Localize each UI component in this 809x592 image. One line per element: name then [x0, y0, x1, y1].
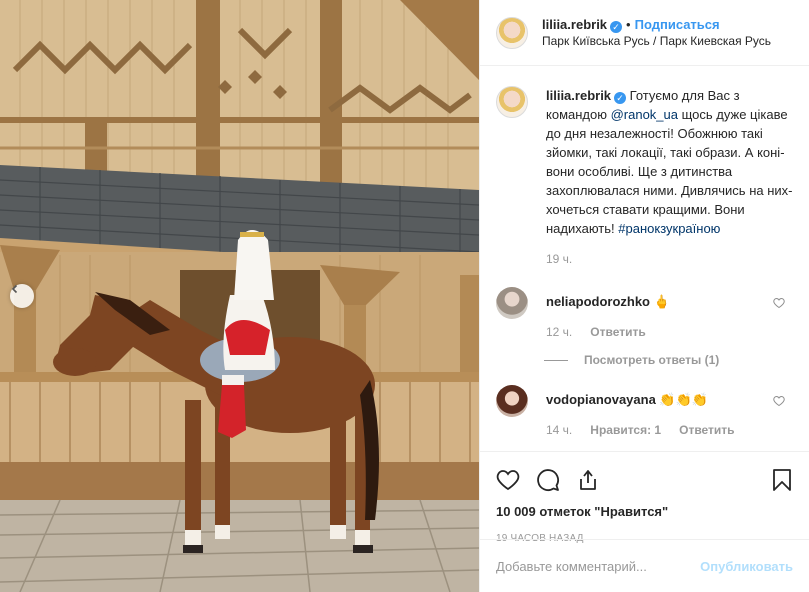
save-button[interactable]: [771, 468, 793, 492]
verified-badge-icon: ✓: [610, 20, 623, 33]
post-modal: liliia.rebrik ✓ • Подписаться Парк Київська…: [0, 0, 809, 592]
hashtag-link[interactable]: #ранокзукраїною: [618, 221, 720, 236]
author-avatar[interactable]: [496, 16, 528, 49]
share-icon: [580, 470, 596, 490]
chevron-left-icon: [11, 284, 18, 294]
comment-text: 👏👏👏: [655, 392, 708, 407]
comment-time[interactable]: 12 ч.: [546, 325, 572, 339]
add-comment-bar: Опубликовать: [480, 539, 809, 592]
comment-input[interactable]: [496, 558, 701, 574]
follow-button[interactable]: Подписаться: [635, 17, 720, 32]
like-button[interactable]: [496, 468, 520, 492]
comment-icon: [537, 469, 559, 491]
reply-button[interactable]: Ответить: [590, 325, 645, 339]
commenter-avatar[interactable]: [496, 385, 528, 417]
comment-body: vodopianovayana 👏👏👏 14 ч. Нравится: 1 От…: [546, 385, 793, 437]
like-comment-heart-icon[interactable]: [773, 297, 785, 309]
comment-time[interactable]: 14 ч.: [546, 423, 572, 437]
mention-link[interactable]: @ranok_ua: [611, 107, 678, 122]
photo-illustration: [0, 0, 479, 592]
author-username[interactable]: liliia.rebrik: [542, 17, 607, 32]
header-text: liliia.rebrik ✓ • Подписаться Парк Київська…: [542, 17, 771, 49]
comment-body: neliapodorozhko 🖕 12 ч. Ответить: [546, 287, 793, 339]
commenter-username[interactable]: neliapodorozhko: [546, 294, 650, 309]
like-comment-heart-icon[interactable]: [773, 395, 785, 407]
post-header: liliia.rebrik ✓ • Подписаться Парк Київська…: [480, 0, 809, 66]
share-button[interactable]: [576, 468, 600, 492]
comment-item: vodopianovayana 👏👏👏 14 ч. Нравится: 1 От…: [496, 385, 793, 437]
commenter-username[interactable]: vodopianovayana: [546, 392, 656, 407]
post-comment-button[interactable]: Опубликовать: [700, 559, 793, 574]
separator-dot: •: [626, 16, 631, 32]
heart-icon: [496, 470, 520, 491]
view-replies-button[interactable]: Посмотреть ответы (1): [544, 353, 793, 367]
post-photo[interactable]: [0, 0, 479, 592]
comment-likes[interactable]: Нравится: 1: [590, 423, 661, 437]
likes-count[interactable]: 10 009 отметок "Нравится": [496, 504, 793, 519]
previous-photo-button[interactable]: [10, 284, 34, 308]
caption-username[interactable]: liliia.rebrik: [546, 88, 611, 103]
comment-text: 🖕: [650, 294, 670, 309]
caption-text-2: щось дуже цікаве до дня незалежності! Об…: [546, 107, 793, 236]
action-bar: [496, 460, 793, 500]
verified-badge-icon: ✓: [614, 92, 627, 104]
comments-list[interactable]: liliia.rebrik ✓ Готуємо для Вас з командо…: [480, 66, 809, 451]
caption-time[interactable]: 19 ч.: [546, 250, 793, 269]
view-replies-label: Посмотреть ответы (1): [584, 353, 720, 367]
commenter-avatar[interactable]: [496, 287, 528, 319]
replies-divider: [544, 359, 568, 361]
caption-author-avatar[interactable]: [496, 86, 528, 118]
comment-item: neliapodorozhko 🖕 12 ч. Ответить: [496, 287, 793, 339]
reply-button[interactable]: Ответить: [679, 423, 734, 437]
caption-body: liliia.rebrik ✓ Готуємо для Вас з командо…: [546, 86, 793, 269]
comment-button[interactable]: [536, 468, 560, 492]
post-location[interactable]: Парк Київська Русь / Парк Киевская Русь: [542, 33, 771, 49]
caption: liliia.rebrik ✓ Готуємо для Вас з командо…: [496, 86, 793, 269]
post-details-panel: liliia.rebrik ✓ • Подписаться Парк Київська…: [479, 0, 809, 592]
bookmark-icon: [773, 469, 791, 491]
